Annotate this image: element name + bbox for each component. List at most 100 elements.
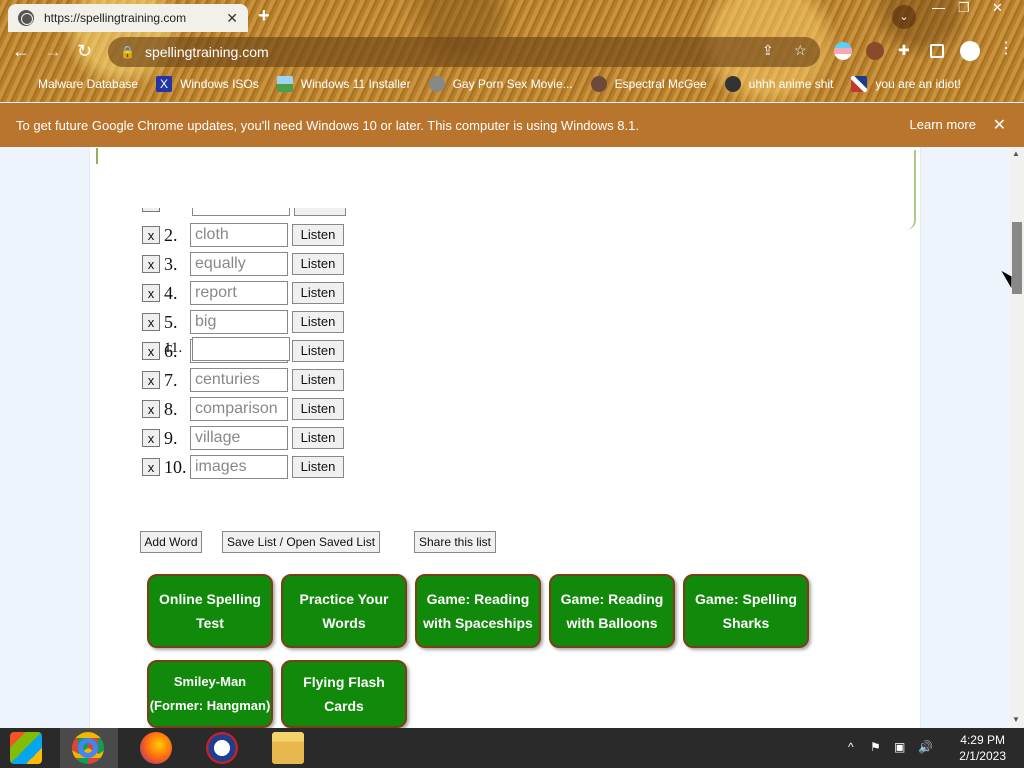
scroll-up-icon[interactable]: ▲ bbox=[1012, 149, 1020, 158]
word-row: x 8. comparison Listen bbox=[142, 397, 344, 421]
bookmark-you-are-an-idiot[interactable]: you are an idiot! bbox=[851, 76, 961, 92]
action-center-flag-icon[interactable]: ⚑ bbox=[870, 740, 881, 754]
side-panel-icon[interactable] bbox=[930, 44, 944, 58]
reading-spaceships-button[interactable]: Game: Reading with Spaceships bbox=[415, 574, 541, 648]
word-row: x 2. cloth Listen bbox=[142, 223, 344, 247]
firefox-icon[interactable] bbox=[140, 732, 172, 764]
remove-word-button[interactable]: x bbox=[142, 342, 160, 360]
listen-button[interactable]: Listen bbox=[292, 398, 344, 420]
minimize-icon[interactable]: — bbox=[932, 0, 945, 15]
smiley-man-button[interactable]: Smiley-Man (Former: Hangman) bbox=[147, 660, 273, 728]
listen-button[interactable]: Listen bbox=[292, 369, 344, 391]
word-input[interactable]: centuries bbox=[190, 368, 288, 392]
flag-icon bbox=[851, 76, 868, 92]
bookmark-star-icon[interactable]: ☆ bbox=[794, 42, 807, 59]
network-icon[interactable]: ▣ bbox=[894, 740, 905, 754]
new-tab-icon[interactable]: + bbox=[258, 5, 270, 28]
system-clock[interactable]: 4:29 PM 2/1/2023 bbox=[959, 732, 1006, 764]
puzzle-extensions-icon[interactable]: ✚ bbox=[898, 42, 916, 60]
back-icon[interactable]: ← bbox=[12, 41, 30, 62]
bookmark-windows-isos[interactable]: X Windows ISOs bbox=[156, 76, 259, 92]
remove-word-button[interactable]: x bbox=[142, 371, 160, 389]
infobar-close-icon[interactable]: ✕ bbox=[993, 115, 1006, 135]
update-infobar: To get future Google Chrome updates, you… bbox=[0, 103, 1024, 147]
word-input[interactable]: images bbox=[190, 455, 288, 479]
tab-close-icon[interactable]: ✕ bbox=[226, 10, 238, 27]
remove-word-button[interactable]: x bbox=[142, 458, 160, 476]
save-list-button[interactable]: Save List / Open Saved List bbox=[222, 531, 380, 553]
remove-word-button[interactable]: x bbox=[142, 255, 160, 273]
extension-icon[interactable] bbox=[834, 42, 852, 60]
browser-frame: https://spellingtraining.com ✕ + ⌄ — ❐ ✕… bbox=[0, 0, 1024, 102]
word-input[interactable]: equally bbox=[190, 252, 288, 276]
scroll-down-icon[interactable]: ▼ bbox=[1012, 715, 1020, 724]
remove-word-button[interactable]: x bbox=[142, 400, 160, 418]
window-close-icon[interactable]: ✕ bbox=[992, 0, 1003, 16]
browser-tab[interactable]: https://spellingtraining.com ✕ bbox=[8, 4, 248, 32]
word-number: 11. bbox=[164, 340, 183, 356]
listen-button[interactable]: Listen bbox=[292, 427, 344, 449]
word-number: 5. bbox=[164, 311, 178, 332]
bookmark-label: you are an idiot! bbox=[875, 77, 961, 91]
word-input[interactable]: village bbox=[190, 426, 288, 450]
page-scrollbar[interactable]: ▲ ▼ bbox=[1010, 147, 1024, 728]
word-input[interactable]: big bbox=[190, 310, 288, 334]
bookmark-movie-site[interactable]: Gay Porn Sex Movie... bbox=[428, 76, 573, 92]
new-word-input[interactable] bbox=[192, 337, 290, 361]
word-input[interactable]: cloth bbox=[190, 223, 288, 247]
tray-expand-icon[interactable]: ^ bbox=[848, 740, 854, 754]
word-number: 9. bbox=[164, 427, 178, 448]
bookmarks-bar: Malware Database X Windows ISOs Windows … bbox=[0, 72, 1024, 96]
tab-search-icon[interactable]: ⌄ bbox=[892, 5, 916, 29]
start-icon[interactable] bbox=[10, 732, 42, 764]
listen-button[interactable]: Listen bbox=[292, 224, 344, 246]
practice-words-button[interactable]: Practice Your Words bbox=[281, 574, 407, 648]
online-spelling-test-button[interactable]: Online Spelling Test bbox=[147, 574, 273, 648]
volume-icon[interactable]: 🔊 bbox=[918, 740, 933, 754]
share-list-button[interactable]: Share this list bbox=[414, 531, 496, 553]
word-number: 2. bbox=[164, 224, 178, 245]
remove-word-button[interactable]: x bbox=[142, 226, 160, 244]
reading-balloons-button[interactable]: Game: Reading with Balloons bbox=[549, 574, 675, 648]
bookmark-icon bbox=[14, 76, 30, 92]
globe-icon bbox=[18, 10, 34, 26]
word-input[interactable]: comparison bbox=[190, 397, 288, 421]
listen-button[interactable]: Listen bbox=[292, 282, 344, 304]
word-row: x 9. village Listen bbox=[142, 426, 344, 450]
flying-flash-cards-button[interactable]: Flying Flash Cards bbox=[281, 660, 407, 728]
add-word-button[interactable]: Add Word bbox=[140, 531, 202, 553]
restore-icon[interactable]: ❐ bbox=[958, 0, 970, 16]
profile-icon[interactable] bbox=[960, 41, 980, 61]
bookmark-malware-database[interactable]: Malware Database bbox=[14, 76, 138, 92]
forward-icon[interactable]: → bbox=[44, 41, 62, 62]
share-icon[interactable]: ⇪ bbox=[762, 42, 774, 59]
bookmark-windows-11-installer[interactable]: Windows 11 Installer bbox=[276, 76, 411, 92]
word-input[interactable]: report bbox=[190, 281, 288, 305]
listen-button[interactable]: Listen bbox=[292, 340, 344, 362]
avatar-icon bbox=[428, 76, 445, 92]
word-row: x 4. report Listen bbox=[142, 281, 344, 305]
remove-word-button[interactable]: x bbox=[142, 313, 160, 331]
listen-button[interactable]: Listen bbox=[292, 253, 344, 275]
campaign-logo-icon[interactable] bbox=[206, 732, 238, 764]
remove-word-button[interactable]: x bbox=[142, 284, 160, 302]
vine-decoration bbox=[906, 150, 916, 230]
listen-button[interactable]: Listen bbox=[292, 311, 344, 333]
clock-date: 2/1/2023 bbox=[959, 749, 1006, 763]
bookmark-anime[interactable]: uhhh anime shit bbox=[724, 76, 833, 92]
word-number: 8. bbox=[164, 398, 178, 419]
remove-word-button[interactable]: x bbox=[142, 429, 160, 447]
tab-title: https://spellingtraining.com bbox=[44, 11, 187, 25]
spelling-sharks-button[interactable]: Game: Spelling Sharks bbox=[683, 574, 809, 648]
listen-button[interactable]: Listen bbox=[292, 456, 344, 478]
learn-more-link[interactable]: Learn more bbox=[910, 117, 976, 132]
infobar-message: To get future Google Chrome updates, you… bbox=[16, 117, 639, 133]
word-number: 4. bbox=[164, 282, 178, 303]
menu-kebab-icon[interactable]: ⋮ bbox=[998, 38, 1016, 57]
address-bar[interactable]: 🔒 spellingtraining.com bbox=[108, 37, 820, 67]
reload-icon[interactable]: ↻ bbox=[77, 41, 92, 62]
bookmark-espectral-mcgee[interactable]: Espectral McGee bbox=[590, 76, 707, 92]
extension-avatar-icon[interactable] bbox=[866, 42, 884, 60]
chrome-icon[interactable] bbox=[72, 732, 104, 764]
file-explorer-icon[interactable] bbox=[272, 732, 304, 764]
